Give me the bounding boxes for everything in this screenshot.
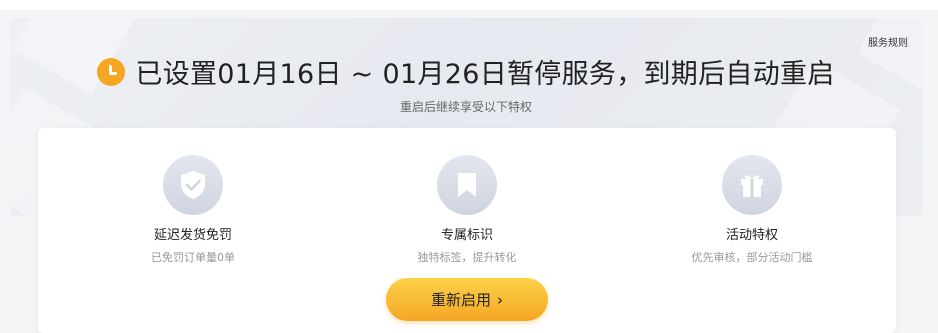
feature-title: 延迟发货免罚: [153, 228, 232, 243]
feature-delay-shipping: 延迟发货免罚 已免罚订单量0单: [93, 155, 293, 265]
feature-activity-privilege: 活动特权 优先审核，部分活动门槛: [652, 155, 852, 265]
benefits-card: 延迟发货免罚 已免罚订单量0单 专属标识 独特标签，提升转化 活动特权 优先审核…: [38, 128, 896, 333]
restart-button-label: 重新启用: [430, 291, 491, 309]
restart-service-button[interactable]: 重新启用 ›: [386, 278, 548, 321]
feature-exclusive-badge: 专属标识 独特标签，提升转化: [367, 155, 567, 265]
pause-headline: 已设置01月16日 ~ 01月26日暂停服务，到期后自动重启: [10, 52, 922, 91]
clock-icon: [97, 57, 126, 86]
top-bar: [0, 0, 938, 10]
service-rules-link[interactable]: 服务规则: [868, 34, 908, 49]
bookmark-icon: [437, 155, 497, 215]
feature-desc: 已免罚订单量0单: [151, 251, 235, 264]
feature-desc: 独特标签，提升转化: [417, 251, 517, 264]
gift-icon: [722, 155, 782, 215]
feature-title: 专属标识: [440, 228, 493, 243]
feature-desc: 优先审核，部分活动门槛: [691, 251, 813, 264]
feature-title: 活动特权: [725, 228, 778, 243]
pause-period-text: 已设置01月16日 ~ 01月26日暂停服务，到期后自动重启: [135, 59, 835, 90]
chevron-right-icon: ›: [497, 290, 503, 309]
shield-check-icon: [163, 155, 223, 215]
restart-benefits-subtitle: 重启后继续享受以下特权: [399, 100, 532, 114]
